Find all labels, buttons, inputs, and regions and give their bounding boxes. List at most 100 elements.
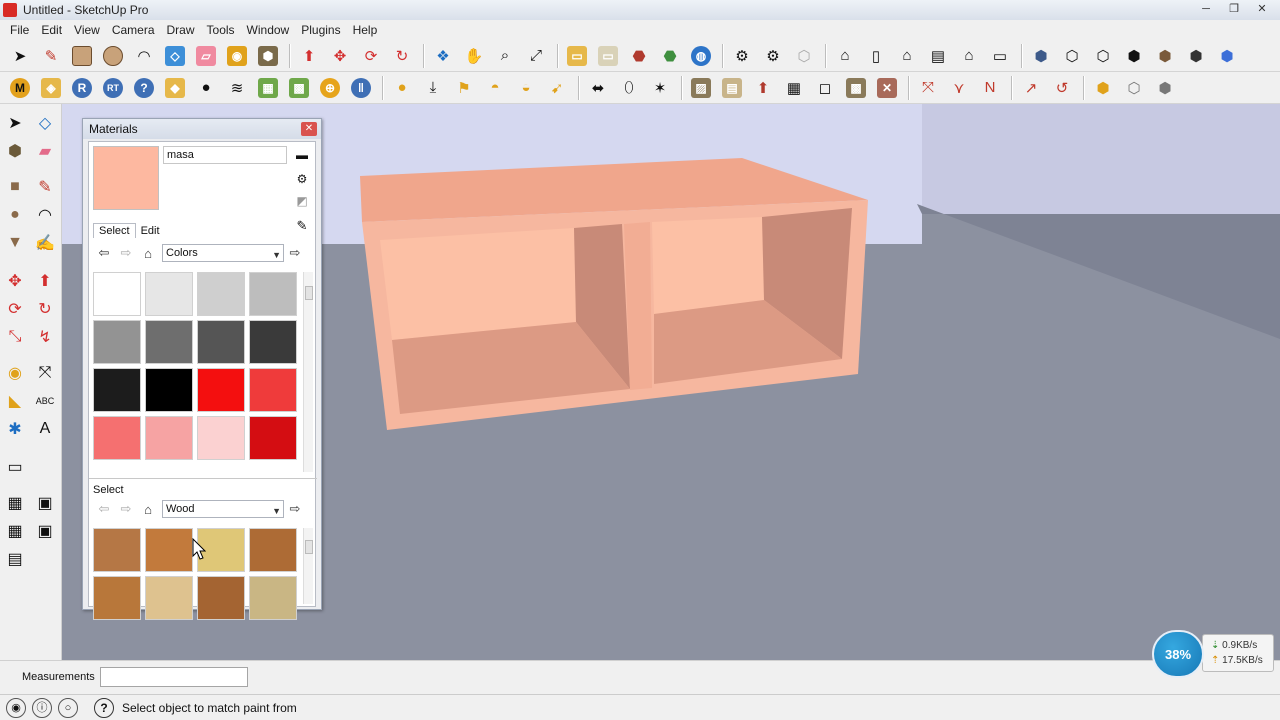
walk-tool-button[interactable]: ▦ (2, 490, 28, 516)
left-view-button[interactable]: ▭ (986, 43, 1014, 69)
get-models-button[interactable]: ⬣ (625, 43, 653, 69)
section-plane-button[interactable]: ▭ (2, 454, 28, 480)
scale-tool-button[interactable]: ⤡ (2, 324, 28, 350)
plugin-tag-button[interactable]: ◈ (37, 75, 65, 101)
details-flyout-button[interactable]: ⇨ (284, 499, 306, 519)
rectangle-tool-button[interactable] (68, 43, 96, 69)
bottom-swatch-scrollbar[interactable] (303, 528, 313, 604)
rectangle-tool-button[interactable]: ■ (2, 174, 28, 200)
material-swatch[interactable] (145, 368, 193, 412)
solid-intersect-button[interactable]: ⬡ (1120, 75, 1148, 101)
paint-bucket-button[interactable]: ⬢ (2, 138, 28, 164)
plugin-sphere-button[interactable]: ● (192, 75, 220, 101)
menu-tools[interactable]: Tools (201, 23, 241, 37)
default-material-button[interactable]: ◩ (293, 192, 311, 210)
plugin-m-button[interactable]: M (6, 75, 34, 101)
make-component-button[interactable]: ◇ (161, 43, 189, 69)
front-view-button[interactable]: ⌂ (893, 43, 921, 69)
move-tool-button[interactable]: ✥ (2, 268, 28, 294)
select-tool-button[interactable]: ➤ (2, 110, 28, 136)
section-cut-button[interactable]: ▤ (718, 75, 746, 101)
material-swatch[interactable] (249, 320, 297, 364)
flag-tool-button[interactable]: ⚑ (450, 75, 478, 101)
close-button[interactable]: ✕ (1250, 1, 1274, 17)
material-swatch[interactable] (249, 528, 297, 572)
material-swatch[interactable] (145, 416, 193, 460)
credits-icon[interactable]: ⓘ (32, 697, 52, 718)
zoom-extents-button[interactable]: ⤢ (522, 43, 550, 69)
solid-subtract-button[interactable]: ⬢ (1151, 75, 1179, 101)
tape-measure-button[interactable]: ◉ (223, 43, 251, 69)
menu-file[interactable]: File (4, 23, 35, 37)
circle-tool-button[interactable] (99, 43, 127, 69)
current-material-swatch[interactable] (93, 146, 159, 210)
dimension-tool-button[interactable]: ⤧ (32, 360, 58, 386)
material-swatch[interactable] (249, 576, 297, 620)
right-view-button[interactable]: ▤ (924, 43, 952, 69)
network-usage-badge[interactable]: 38% (1152, 630, 1204, 678)
scrollbar-thumb[interactable] (305, 286, 313, 300)
twist-tool-button[interactable]: ↺ (1048, 75, 1076, 101)
line-tool-button[interactable]: ✎ (37, 43, 65, 69)
line-tool-button[interactable]: ✎ (32, 174, 58, 200)
minimize-button[interactable]: ─ (1194, 1, 1218, 17)
material-swatch[interactable] (93, 416, 141, 460)
axes-tool-button[interactable]: ✱ (2, 416, 28, 442)
wireframe-style-button[interactable]: ⬡ (1058, 43, 1086, 69)
plugin-sandbox-button[interactable]: ▦ (254, 75, 282, 101)
help-icon[interactable]: ? (94, 697, 114, 718)
push-pull-button[interactable]: ⬆ (295, 43, 323, 69)
display-style-button[interactable]: ⬢ (1213, 43, 1241, 69)
shaded-textures-style-button[interactable]: ⬢ (1151, 43, 1179, 69)
material-swatch[interactable] (197, 272, 245, 316)
material-swatch[interactable] (145, 272, 193, 316)
plugin-pause-button[interactable]: ‖ (347, 75, 375, 101)
material-swatch[interactable] (197, 320, 245, 364)
hidden-line-style-button[interactable]: ⬡ (1089, 43, 1117, 69)
material-swatch[interactable] (197, 576, 245, 620)
details-flyout-button[interactable]: ⇨ (284, 243, 306, 263)
axis-n-button[interactable]: N (976, 75, 1004, 101)
position-camera-button[interactable]: ▦ (2, 518, 28, 544)
measurements-input[interactable] (100, 667, 248, 687)
material-swatch[interactable] (197, 368, 245, 412)
home-button[interactable]: ⌂ (137, 243, 159, 263)
component-options-button[interactable]: ⚙ (728, 43, 756, 69)
scrollbar-thumb[interactable] (305, 540, 313, 554)
paint-arrow-button[interactable]: ➹ (543, 75, 571, 101)
create-material-button[interactable]: ⚙ (293, 170, 311, 188)
material-swatch[interactable] (249, 272, 297, 316)
text-tool-button[interactable]: ABC (32, 388, 58, 414)
axis-y-button[interactable]: ⋎ (945, 75, 973, 101)
scene-tool-button[interactable]: ▤ (2, 546, 28, 572)
next-view-button[interactable]: ▭ (594, 43, 622, 69)
ellipse-tool-button[interactable]: ⬯ (615, 75, 643, 101)
menu-view[interactable]: View (68, 23, 106, 37)
follow-me-button[interactable]: ↻ (32, 296, 58, 322)
arc-tool-button[interactable]: ◠ (32, 202, 58, 228)
texture-button[interactable]: ▩ (842, 75, 870, 101)
make-component-button[interactable]: ◇ (32, 110, 58, 136)
restore-button[interactable]: ❐ (1222, 1, 1246, 17)
field-of-view-button[interactable]: ▣ (32, 518, 58, 544)
dot-tool-button[interactable]: ● (388, 75, 416, 101)
menu-draw[interactable]: Draw (161, 23, 201, 37)
component-attributes-button[interactable]: ⚙ (759, 43, 787, 69)
solid-union-button[interactable]: ⬢ (1089, 75, 1117, 101)
plugin-r-button[interactable]: R (68, 75, 96, 101)
protractor-tool-button[interactable]: ◣ (2, 388, 28, 414)
arc-tool-button[interactable]: ◠ (130, 43, 158, 69)
push-pull-button[interactable]: ⬆ (32, 268, 58, 294)
material-swatch[interactable] (93, 368, 141, 412)
home-button[interactable]: ⌂ (137, 499, 159, 519)
menu-plugins[interactable]: Plugins (295, 23, 346, 37)
extrude-button[interactable]: ⬆ (749, 75, 777, 101)
grid-button[interactable]: ▦ (780, 75, 808, 101)
google-earth-button[interactable]: ◍ (687, 43, 715, 69)
forward-button[interactable]: ⇨ (115, 499, 137, 519)
material-swatch[interactable] (93, 320, 141, 364)
library-select[interactable]: Colors ▼ (162, 244, 284, 262)
move-tool-button[interactable]: ✥ (326, 43, 354, 69)
material-swatch[interactable] (197, 416, 245, 460)
materials-title-bar[interactable]: Materials (83, 119, 321, 139)
